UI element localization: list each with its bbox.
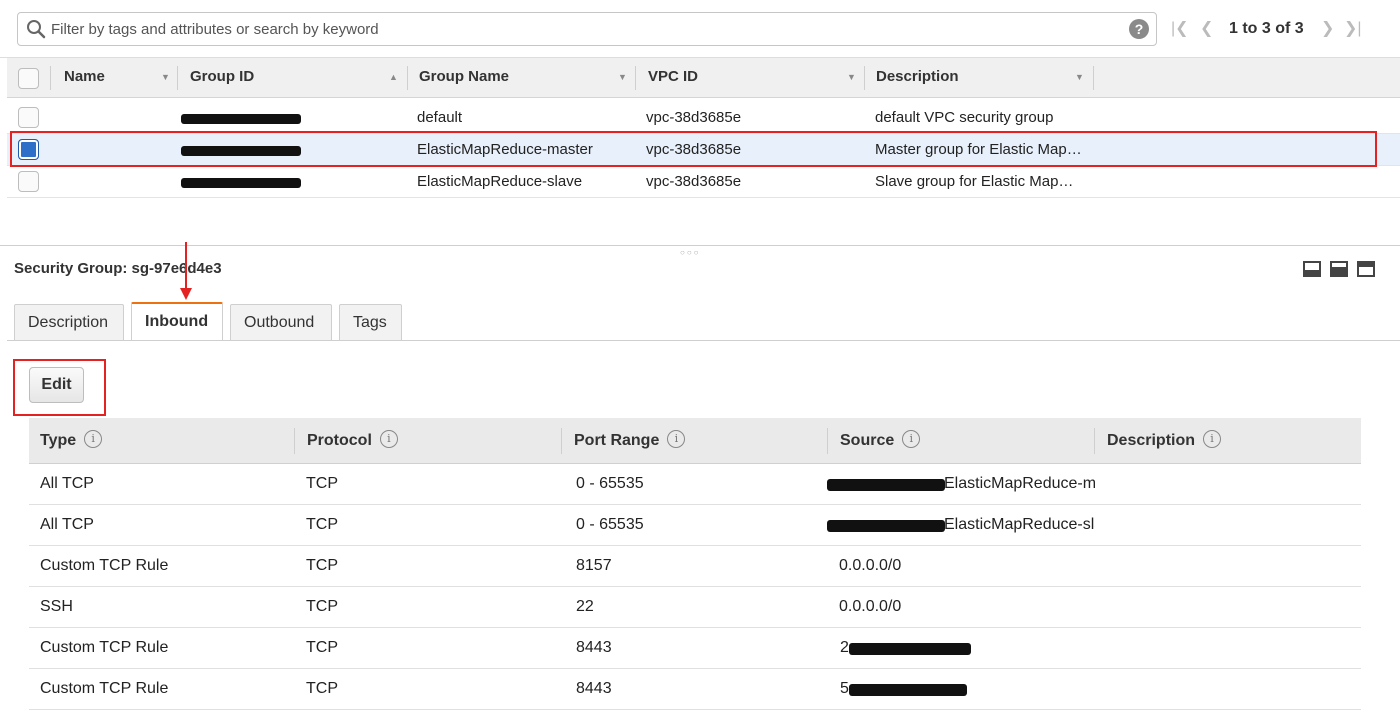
rule-port: 22: [576, 598, 594, 615]
tabs-baseline: [7, 340, 1400, 341]
info-icon[interactable]: i: [667, 429, 686, 448]
rules-header: Type i Protocol i Port Range i Source i Desc…: [29, 418, 1361, 464]
redacted-source: [827, 479, 945, 491]
search-icon: [27, 20, 46, 39]
sort-caret-icon: ▼: [1075, 72, 1084, 82]
filter-bar: ? |❮ ❮ 1 to 3 of 3 ❯ ❯|: [0, 0, 1400, 58]
rule-port: 0 - 65535: [576, 475, 644, 492]
rule-port: 8157: [576, 557, 612, 574]
col-description[interactable]: Description ▼: [876, 58, 1096, 98]
rule-source: 0.0.0.0/0: [839, 557, 902, 574]
rule-protocol: TCP: [306, 680, 338, 697]
search-input[interactable]: [51, 17, 1111, 41]
table-row[interactable]: ElasticMapReduce-slave vpc-38d3685e Slav…: [7, 166, 1400, 198]
rule-type: Custom TCP Rule: [40, 680, 169, 697]
layout-half-icon[interactable]: [1330, 261, 1348, 277]
vpc-id-cell: vpc-38d3685e: [646, 173, 742, 190]
info-icon[interactable]: i: [1203, 429, 1222, 448]
select-all-checkbox[interactable]: [18, 68, 39, 89]
edit-button[interactable]: Edit: [29, 367, 84, 403]
rule-source: ElasticMapReduce-sla: [944, 516, 1095, 533]
search-box[interactable]: ?: [17, 12, 1157, 46]
col-rule-description: Description i: [1107, 418, 1222, 464]
description-cell: Slave group for Elastic Map…: [875, 173, 1074, 190]
rule-type: All TCP: [40, 516, 94, 533]
rule-row: Custom TCP Rule TCP 8157 0.0.0.0/0: [29, 546, 1361, 587]
redacted-source: [849, 643, 971, 655]
page-count: 1 to 3 of 3: [1229, 20, 1304, 37]
rule-port: 8443: [576, 639, 612, 656]
rule-type: Custom TCP Rule: [40, 639, 169, 656]
annotation-arrow-icon: [180, 242, 192, 300]
vpc-id-cell: vpc-38d3685e: [646, 109, 742, 126]
sort-caret-icon: ▼: [161, 72, 170, 82]
info-icon[interactable]: i: [379, 429, 398, 448]
rule-row: All TCP TCP 0 - 65535 ElasticMapReduce-s…: [29, 505, 1361, 546]
description-cell: default VPC security group: [875, 109, 1054, 126]
rule-type: SSH: [40, 598, 73, 615]
rule-row: Custom TCP Rule TCP 8443 2: [29, 628, 1361, 669]
layout-bottom-icon[interactable]: [1303, 261, 1321, 277]
group-name-cell: default: [417, 109, 463, 126]
rule-row: All TCP TCP 0 - 65535 ElasticMapReduce-m: [29, 464, 1361, 505]
prev-page-icon[interactable]: ❮: [1200, 19, 1213, 39]
sort-asc-icon: ▲: [389, 72, 398, 82]
next-page-icon[interactable]: ❯: [1321, 19, 1334, 39]
redacted-source: [849, 684, 967, 696]
rule-source: 2: [840, 639, 849, 656]
table-row[interactable]: default vpc-38d3685e default VPC securit…: [7, 102, 1400, 134]
last-page-icon[interactable]: ❯|: [1344, 19, 1362, 39]
help-icon[interactable]: ?: [1129, 19, 1149, 39]
info-icon[interactable]: i: [84, 429, 103, 448]
rule-port: 0 - 65535: [576, 516, 644, 533]
selected-row-highlight: [10, 131, 1377, 167]
col-vpc-id[interactable]: VPC ID ▼: [648, 58, 868, 98]
layout-top-icon[interactable]: [1357, 261, 1375, 277]
redacted-group-id: [181, 178, 301, 188]
table-header: Name ▼ Group ID ▲ Group Name ▼ VPC ID ▼ …: [7, 58, 1400, 98]
rule-source: 5: [840, 680, 849, 697]
sort-caret-icon: ▼: [618, 72, 627, 82]
tab-description[interactable]: Description: [14, 304, 124, 341]
col-protocol: Protocol i: [307, 418, 398, 464]
rule-source: ElasticMapReduce-m: [944, 475, 1095, 492]
col-group-name[interactable]: Group Name ▼: [419, 58, 639, 98]
col-name[interactable]: Name ▼: [64, 58, 174, 98]
rule-port: 8443: [576, 680, 612, 697]
row-checkbox[interactable]: [18, 171, 39, 192]
rule-row: SSH TCP 22 0.0.0.0/0: [29, 587, 1361, 628]
rule-protocol: TCP: [306, 516, 338, 533]
redacted-group-id: [181, 114, 301, 124]
rule-row: Custom TCP Rule TCP 8443 5: [29, 669, 1361, 710]
info-icon[interactable]: i: [902, 429, 921, 448]
tab-tags[interactable]: Tags: [339, 304, 402, 341]
rule-protocol: TCP: [306, 598, 338, 615]
group-name-cell: ElasticMapReduce-slave: [417, 173, 583, 190]
col-type: Type i: [40, 418, 103, 464]
rule-protocol: TCP: [306, 557, 338, 574]
rule-type: All TCP: [40, 475, 94, 492]
panel-splitter[interactable]: [0, 245, 1400, 246]
col-port-range: Port Range i: [574, 418, 686, 464]
rule-protocol: TCP: [306, 475, 338, 492]
rule-type: Custom TCP Rule: [40, 557, 169, 574]
col-group-id[interactable]: Group ID ▲: [190, 58, 410, 98]
pagination: |❮ ❮ 1 to 3 of 3 ❯ ❯|: [1160, 12, 1400, 46]
rule-source: 0.0.0.0/0: [839, 598, 902, 615]
resize-grip-icon[interactable]: ○○○: [680, 248, 701, 257]
sort-caret-icon: ▼: [847, 72, 856, 82]
redacted-source: [827, 520, 945, 532]
rule-protocol: TCP: [306, 639, 338, 656]
tab-inbound[interactable]: Inbound: [131, 302, 223, 340]
col-source: Source i: [840, 418, 921, 464]
first-page-icon[interactable]: |❮: [1171, 19, 1189, 39]
row-checkbox[interactable]: [18, 107, 39, 128]
tab-outbound[interactable]: Outbound: [230, 304, 332, 341]
